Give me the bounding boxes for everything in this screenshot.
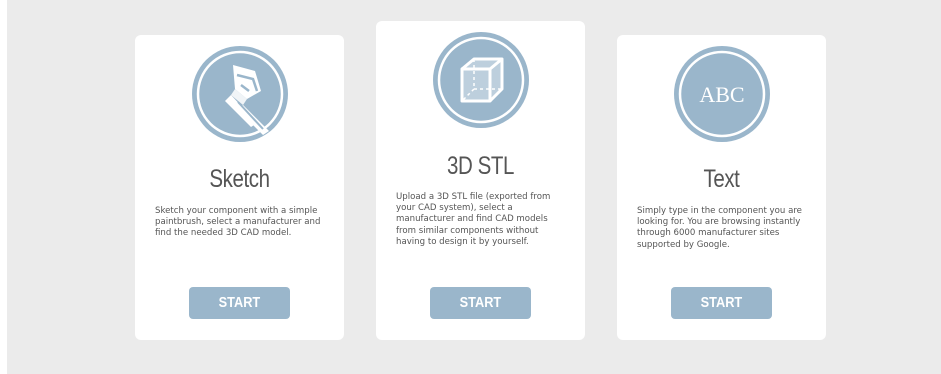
- card-title: 3D STL: [446, 152, 515, 180]
- stl-card[interactable]: 3D STL Upload a 3D STL file (exported fr…: [376, 21, 585, 340]
- text-abc-icon: ABC: [673, 45, 771, 143]
- paintbrush-icon: [191, 45, 289, 143]
- search-method-panel: Sketch Sketch your component with a simp…: [7, 0, 941, 374]
- card-description: Upload a 3D STL file (exported from your…: [396, 192, 551, 247]
- text-card[interactable]: ABC Text Simply type in the component yo…: [617, 35, 826, 340]
- text-start-button[interactable]: START: [671, 287, 772, 319]
- start-button-label: START: [700, 294, 743, 311]
- stl-start-button[interactable]: START: [430, 287, 531, 319]
- cube-icon: [432, 31, 530, 129]
- abc-icon-text: ABC: [699, 82, 744, 107]
- start-button-label: START: [459, 294, 502, 311]
- start-button-label: START: [218, 294, 261, 311]
- card-title: Text: [703, 165, 740, 193]
- sketch-card[interactable]: Sketch Sketch your component with a simp…: [135, 35, 344, 340]
- card-title: Sketch: [209, 165, 270, 193]
- sketch-start-button[interactable]: START: [189, 287, 290, 319]
- card-description: Sketch your component with a simple pain…: [155, 206, 321, 239]
- card-description: Simply type in the component you are loo…: [637, 206, 802, 250]
